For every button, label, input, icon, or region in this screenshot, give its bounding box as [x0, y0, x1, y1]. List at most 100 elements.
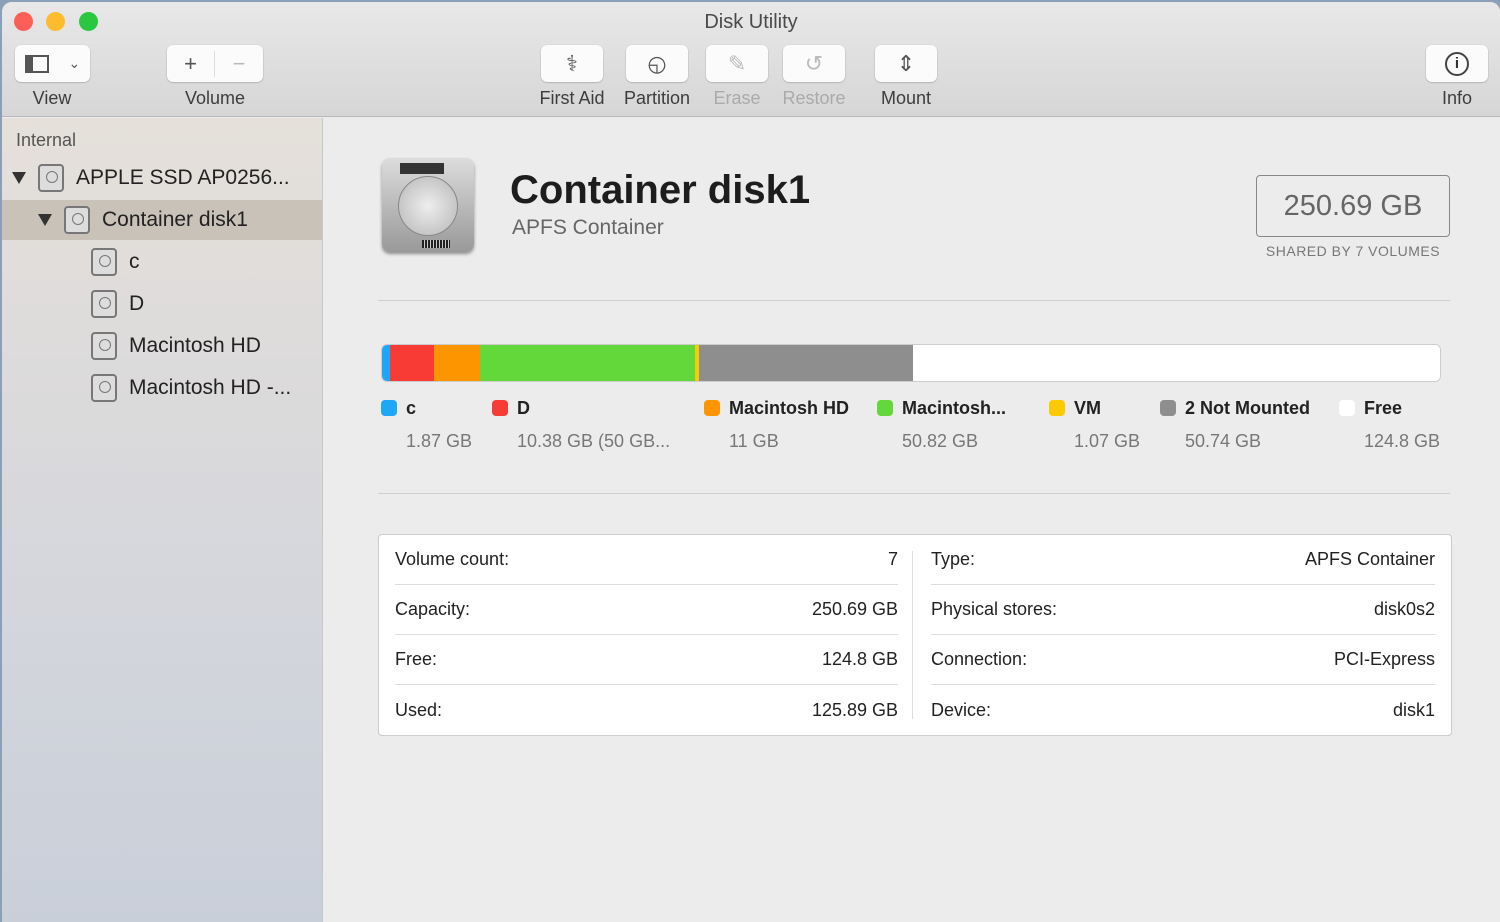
- capacity-box: 250.69 GB: [1256, 175, 1450, 237]
- divider: [378, 493, 1450, 494]
- mount-icon: ⇕: [896, 50, 916, 76]
- sidebar-item-label: Macintosh HD -...: [129, 376, 292, 399]
- detail-key: Physical stores:: [931, 599, 1058, 619]
- sidebar-item-d[interactable]: D: [2, 284, 322, 324]
- info-label: Info: [1441, 88, 1473, 108]
- usage-segment-5: [699, 345, 914, 381]
- color-swatch: [1049, 400, 1065, 416]
- color-swatch: [704, 400, 720, 416]
- detail-value: disk1: [1392, 699, 1435, 720]
- disk-icon: [91, 290, 117, 318]
- disk-icon: [91, 374, 117, 402]
- detail-value: disk0s2: [1373, 599, 1435, 619]
- divider: [378, 300, 1450, 301]
- column-divider: [912, 551, 913, 719]
- detail-row: Type: APFS Container: [931, 535, 1435, 585]
- legend-name: VM: [1074, 398, 1101, 418]
- info-button[interactable]: i: [1426, 45, 1488, 82]
- usage-segment-3: [480, 345, 695, 381]
- detail-value: 250.69 GB: [811, 599, 898, 619]
- page-title: Container disk1: [510, 168, 811, 212]
- restore-label: Restore: [782, 88, 846, 108]
- legend-value: 11 GB: [729, 431, 779, 451]
- remove-volume-button[interactable]: −: [215, 51, 263, 77]
- disclosure-triangle-icon[interactable]: [12, 172, 26, 184]
- detail-key: Capacity:: [395, 599, 471, 619]
- details-table: Volume count: 7 Capacity: 250.69 GB Free: 124…: [378, 534, 1452, 736]
- legend-name: Macintosh HD: [729, 398, 850, 418]
- detail-value: 124.8 GB: [821, 649, 898, 669]
- usage-segment-6: [913, 345, 1440, 381]
- page-subtitle: APFS Container: [512, 216, 664, 239]
- partition-button[interactable]: ◵: [626, 45, 688, 82]
- sidebar-item-macintosh-hd[interactable]: Macintosh HD: [2, 326, 322, 366]
- sidebar-item-label: D: [129, 292, 145, 315]
- erase-button[interactable]: ✎: [706, 45, 768, 82]
- detail-key: Connection:: [931, 649, 1028, 669]
- volume-label: Volume: [184, 88, 246, 108]
- capacity-label: SHARED BY 7 VOLUMES: [1265, 243, 1441, 259]
- usage-bar: [381, 344, 1441, 382]
- disk-icon: [64, 206, 90, 234]
- color-swatch: [492, 400, 508, 416]
- detail-key: Volume count:: [395, 549, 510, 569]
- sidebar-item-label: Container disk1: [102, 208, 248, 231]
- detail-key: Free:: [395, 649, 438, 669]
- disk-icon: [38, 164, 64, 192]
- legend-value: 10.38 GB (50 GB...: [517, 431, 671, 451]
- detail-value: 7: [887, 549, 898, 569]
- sidebar-item-macintosh-hd-data[interactable]: Macintosh HD -...: [2, 368, 322, 408]
- sidebar: Internal APPLE SSD AP0256... Container d…: [2, 118, 323, 922]
- legend-name: Free: [1364, 398, 1403, 418]
- main-panel: Container disk1 APFS Container 250.69 GB…: [324, 118, 1500, 922]
- detail-value: 125.89 GB: [811, 699, 898, 720]
- sidebar-item-label: c: [129, 250, 140, 273]
- legend-value: 50.82 GB: [902, 431, 979, 451]
- disk-icon: [91, 332, 117, 360]
- detail-row: Device: disk1: [931, 685, 1435, 735]
- sidebar-item-apple-ssd[interactable]: APPLE SSD AP0256...: [2, 158, 322, 198]
- toolbar: Disk Utility ⌄ View + − Volume ⚕ First A…: [2, 2, 1500, 117]
- color-swatch: [1160, 400, 1176, 416]
- color-swatch: [381, 400, 397, 416]
- info-icon: i: [1445, 51, 1469, 76]
- color-swatch: [877, 400, 893, 416]
- restore-button[interactable]: ↺: [783, 45, 845, 82]
- sidebar-item-label: Macintosh HD: [129, 334, 261, 357]
- legend-name: 2 Not Mounted: [1185, 398, 1310, 418]
- partition-icon: ◵: [647, 50, 667, 76]
- sidebar-item-c[interactable]: c: [2, 242, 322, 282]
- usage-legend: c 1.87 GB D 10.38 GB (50 GB... Macintosh HD 1…: [381, 398, 1441, 458]
- detail-key: Device:: [931, 699, 992, 720]
- detail-key: Type:: [931, 549, 976, 569]
- mount-label: Mount: [880, 88, 932, 108]
- legend-name: D: [517, 398, 530, 418]
- mount-button[interactable]: ⇕: [875, 45, 937, 82]
- sidebar-item-container-disk1[interactable]: Container disk1: [2, 200, 322, 240]
- window-title: Disk Utility: [704, 11, 798, 33]
- disk-icon: [91, 248, 117, 276]
- stethoscope-icon: ⚕: [566, 50, 578, 76]
- legend-value: 50.74 GB: [1185, 431, 1262, 451]
- sidebar-section-internal: Internal: [16, 130, 77, 150]
- view-label: View: [32, 88, 72, 108]
- add-volume-button[interactable]: +: [167, 50, 215, 77]
- restore-icon: ↺: [804, 50, 824, 76]
- sidebar-item-label: APPLE SSD AP0256...: [76, 166, 290, 189]
- detail-key: Used:: [395, 699, 443, 720]
- disk-utility-window: Disk Utility ⌄ View + − Volume ⚕ First A…: [2, 2, 1500, 922]
- usage-segment-1: [389, 345, 434, 381]
- legend-name: Macintosh...: [902, 398, 1007, 418]
- detail-value: PCI-Express: [1333, 649, 1435, 669]
- detail-row: Used: 125.89 GB: [395, 685, 898, 735]
- disclosure-triangle-icon[interactable]: [38, 214, 52, 226]
- detail-row: Free: 124.8 GB: [395, 635, 898, 685]
- detail-row: Physical stores: disk0s2: [931, 585, 1435, 635]
- legend-value: 124.8 GB: [1364, 431, 1441, 451]
- detail-row: Capacity: 250.69 GB: [395, 585, 898, 635]
- first-aid-button[interactable]: ⚕: [541, 45, 603, 82]
- view-button[interactable]: ⌄: [15, 45, 90, 82]
- color-swatch: [1339, 400, 1355, 416]
- legend-value: 1.07 GB: [1074, 431, 1141, 451]
- detail-row: Connection: PCI-Express: [931, 635, 1435, 685]
